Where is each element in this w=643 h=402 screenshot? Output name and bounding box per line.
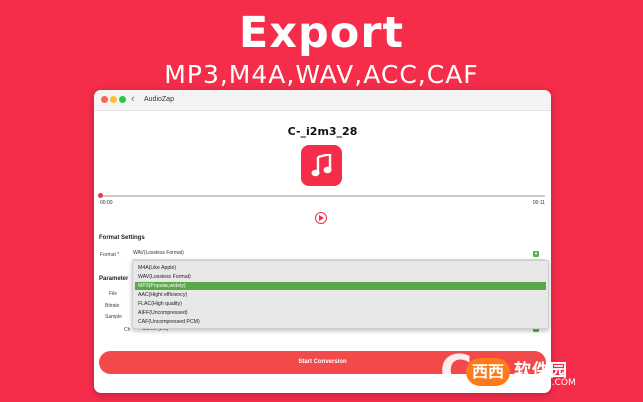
minimize-window-button[interactable] (110, 96, 117, 103)
window-title: AudioZap (144, 96, 174, 103)
format-option-wav[interactable]: WAV(Lossless Format) (135, 273, 546, 281)
bitrate-label: Bitrate (105, 303, 120, 309)
close-window-button[interactable] (101, 96, 108, 103)
zoom-window-button[interactable] (119, 96, 126, 103)
file-label: File (109, 291, 118, 297)
format-dropdown-menu: M4A(Like Apple) WAV(Lossless Format) MP3… (132, 260, 549, 329)
playback-progress-knob[interactable] (98, 193, 103, 198)
format-option-flac[interactable]: FLAC(High quality) (135, 300, 546, 308)
title-bar: ‹ AudioZap (94, 90, 551, 111)
time-start: 00:00 (100, 200, 113, 206)
playback-progress-track[interactable] (99, 195, 545, 197)
chevron-down-icon[interactable]: ▾ (533, 251, 539, 257)
format-value: WAV(Lossless Format) (133, 250, 184, 256)
watermark-logo: C 西西 软件园 CR173.COM (440, 350, 630, 395)
format-option-m4a[interactable]: M4A(Like Apple) (135, 264, 546, 272)
format-option-mp3[interactable]: MP3(Popular,widely) (135, 282, 546, 290)
promo-title: Export (238, 8, 405, 58)
watermark-bubble: 西西 (466, 358, 510, 386)
format-select[interactable]: WAV(Lossless Format) ▾ (132, 249, 545, 260)
format-label: Format * (100, 252, 120, 258)
promo-subtitle: MP3,M4A,WAV,ACC,CAF (164, 60, 479, 89)
app-window: ‹ AudioZap C-_i2m3_28 00:00 00:11 Format… (94, 90, 551, 393)
format-settings-heading: Format Settings (99, 235, 145, 241)
format-option-caf[interactable]: CAF(Uncompressed PCM) (135, 318, 546, 326)
format-option-aiff[interactable]: AIFF(Uncompressed) (135, 309, 546, 317)
watermark-domain: CR173.COM (522, 378, 576, 388)
chevron-left-icon[interactable]: ‹ (131, 93, 135, 106)
music-note-icon (301, 145, 342, 186)
sample-label: Sample (105, 314, 122, 320)
channel-label: Ch (124, 327, 131, 333)
play-circle-icon[interactable] (315, 212, 327, 224)
time-end: 00:11 (532, 200, 545, 206)
format-option-aac[interactable]: AAC(Hight efficiency) (135, 291, 546, 299)
track-title: C-_i2m3_28 (287, 125, 358, 138)
parameter-heading: Parameter (99, 276, 129, 282)
